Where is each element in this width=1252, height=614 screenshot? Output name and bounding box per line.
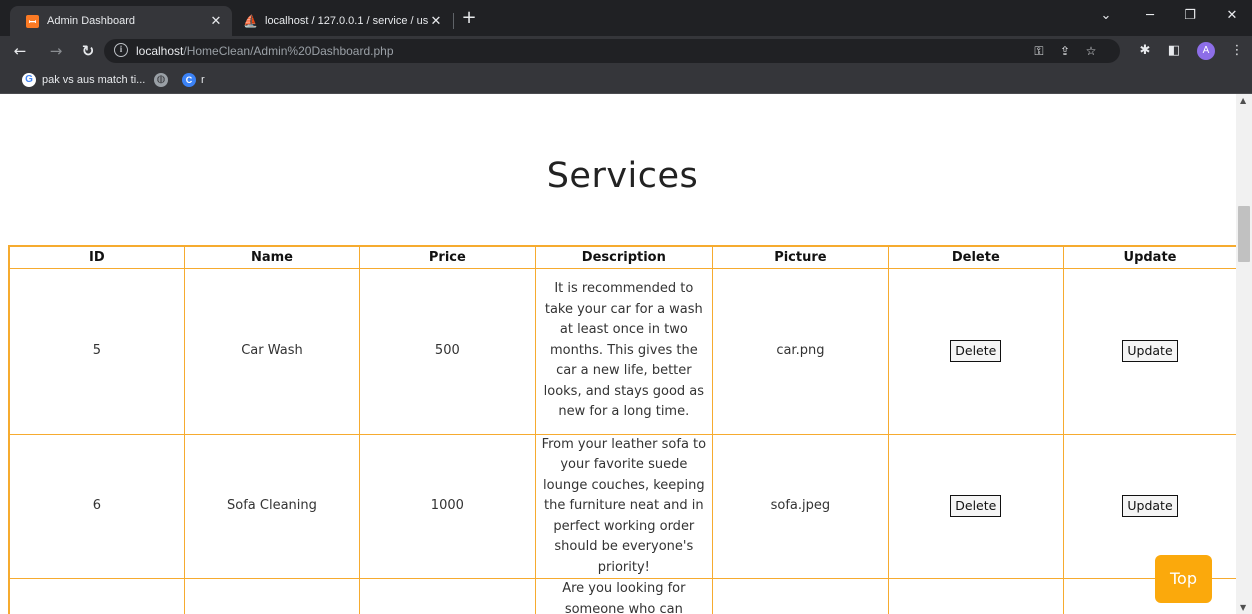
- column-header-id: ID: [8, 245, 185, 269]
- address-bar[interactable]: i localhost/HomeClean/Admin%20Dashboard.…: [104, 39, 1120, 63]
- bookmark-globe[interactable]: ◍: [154, 72, 168, 88]
- google-icon: G: [22, 73, 36, 87]
- scrollbar-thumb[interactable]: [1238, 206, 1250, 262]
- column-header-delete: Delete: [887, 245, 1065, 269]
- cell-picture: car.png: [712, 267, 889, 435]
- cell-delete: [887, 578, 1065, 614]
- phpmyadmin-icon: ⛵: [243, 14, 258, 28]
- cell-picture: [712, 578, 889, 614]
- table-row: Are you looking for someone who can: [8, 578, 1238, 614]
- table-header-row: ID Name Price Description Picture Delete…: [8, 245, 1238, 269]
- update-button[interactable]: Update: [1122, 339, 1178, 362]
- key-icon[interactable]: ⚿: [1028, 39, 1050, 63]
- page-title: Services: [546, 156, 699, 196]
- cell-price: 1000: [359, 433, 536, 579]
- tab-search-icon[interactable]: ⌄: [1086, 4, 1126, 28]
- cell-price: 500: [359, 267, 536, 435]
- restore-icon[interactable]: ❐: [1170, 4, 1210, 28]
- browser-toolbar: ← → ↻ i localhost/HomeClean/Admin%20Dash…: [0, 36, 1252, 66]
- column-header-update: Update: [1063, 245, 1238, 269]
- cell-picture: sofa.jpeg: [712, 433, 889, 579]
- cell-name: [183, 578, 361, 614]
- star-icon[interactable]: ☆: [1080, 39, 1102, 63]
- cell-description: It is recommended to take your car for a…: [534, 267, 714, 435]
- bookmark-r[interactable]: C r: [182, 72, 205, 88]
- extensions-icon[interactable]: ✱: [1134, 39, 1156, 63]
- scroll-to-top-button[interactable]: Top: [1155, 555, 1212, 603]
- cell-name: Sofa Cleaning: [183, 433, 361, 579]
- bookmark-label: pak vs aus match ti...: [42, 74, 146, 86]
- tab-title: Admin Dashboard: [47, 15, 136, 27]
- tab-phpmyadmin[interactable]: ⛵ localhost / 127.0.0.1 / service / us ✕: [236, 6, 452, 36]
- bookmark-label: r: [201, 74, 205, 86]
- vertical-scrollbar[interactable]: ▲ ▼: [1236, 94, 1252, 614]
- bookmarks-bar: G pak vs aus match ti... ◍ C r: [0, 66, 1252, 94]
- cell-delete: Delete: [887, 267, 1065, 435]
- new-tab-icon[interactable]: +: [459, 8, 479, 28]
- services-table: ID Name Price Description Picture Delete…: [8, 245, 1238, 614]
- cell-id: [8, 578, 185, 614]
- share-icon[interactable]: ⇪: [1054, 39, 1076, 63]
- bookmark-pak-vs-aus[interactable]: G pak vs aus match ti...: [22, 72, 145, 88]
- column-header-name: Name: [183, 245, 361, 269]
- close-icon[interactable]: ✕: [208, 13, 224, 29]
- xampp-icon: ꟷ: [26, 14, 39, 28]
- cell-name: Car Wash: [183, 267, 361, 435]
- update-button[interactable]: Update: [1122, 495, 1178, 517]
- delete-button[interactable]: Delete: [950, 339, 1002, 362]
- cell-update: Update: [1063, 267, 1238, 435]
- column-header-price: Price: [359, 245, 536, 269]
- cell-id: 6: [8, 433, 185, 579]
- info-icon[interactable]: i: [114, 43, 128, 57]
- menu-icon[interactable]: ⋮: [1226, 39, 1248, 63]
- table-row: 5 Car Wash 500 It is recommended to take…: [8, 267, 1238, 435]
- scroll-up-icon[interactable]: ▲: [1240, 96, 1246, 105]
- minimize-icon[interactable]: ─: [1130, 4, 1170, 28]
- delete-button[interactable]: Delete: [950, 495, 1002, 517]
- globe-icon: ◍: [154, 73, 168, 87]
- forward-icon[interactable]: →: [44, 39, 68, 63]
- reload-icon[interactable]: ↻: [76, 39, 100, 63]
- cell-description: From your leather sofa to your favorite …: [534, 433, 714, 579]
- back-icon[interactable]: ←: [8, 39, 32, 63]
- url-text[interactable]: localhost/HomeClean/Admin%20Dashboard.ph…: [136, 44, 394, 58]
- page-viewport: Services ID Name Price Description Pictu…: [0, 94, 1252, 614]
- tab-separator: [453, 13, 454, 29]
- cell-id: 5: [8, 267, 185, 435]
- side-panel-icon[interactable]: ◧: [1163, 39, 1185, 63]
- c-icon: C: [182, 73, 196, 87]
- column-header-picture: Picture: [712, 245, 889, 269]
- column-header-description: Description: [534, 245, 714, 269]
- table-row: 6 Sofa Cleaning 1000 From your leather s…: [8, 433, 1238, 579]
- close-icon[interactable]: ✕: [428, 13, 444, 29]
- cell-delete: Delete: [887, 433, 1065, 579]
- scroll-down-icon[interactable]: ▼: [1240, 603, 1246, 612]
- tab-admin-dashboard[interactable]: ꟷ Admin Dashboard ✕: [10, 6, 232, 36]
- close-window-icon[interactable]: ✕: [1212, 4, 1252, 28]
- cell-price: [359, 578, 536, 614]
- tab-title: localhost / 127.0.0.1 / service / us: [265, 15, 428, 27]
- avatar[interactable]: A: [1197, 42, 1215, 60]
- browser-tab-bar: ꟷ Admin Dashboard ✕ ⛵ localhost / 127.0.…: [0, 0, 1252, 36]
- cell-description: Are you looking for someone who can: [534, 578, 714, 614]
